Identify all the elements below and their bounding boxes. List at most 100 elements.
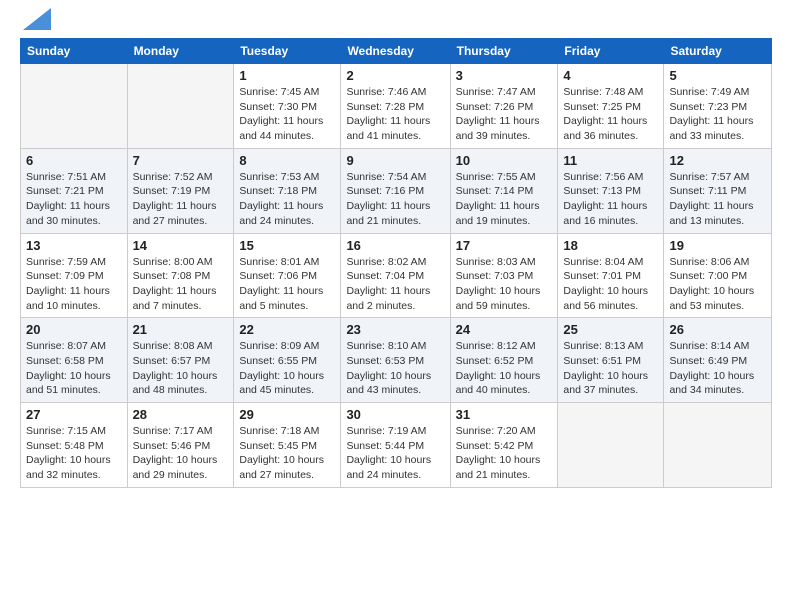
day-info: Sunrise: 7:55 AMSunset: 7:14 PMDaylight:… — [456, 170, 553, 229]
day-info: Sunrise: 7:17 AMSunset: 5:46 PMDaylight:… — [133, 424, 229, 483]
calendar-cell: 6 Sunrise: 7:51 AMSunset: 7:21 PMDaylight… — [21, 148, 128, 233]
day-of-week-header: Thursday — [450, 39, 558, 64]
day-info: Sunrise: 7:51 AMSunset: 7:21 PMDaylight:… — [26, 170, 122, 229]
calendar-cell: 4 Sunrise: 7:48 AMSunset: 7:25 PMDaylight… — [558, 64, 664, 149]
calendar-cell: 16 Sunrise: 8:02 AMSunset: 7:04 PMDayligh… — [341, 233, 450, 318]
calendar-cell: 13 Sunrise: 7:59 AMSunset: 7:09 PMDayligh… — [21, 233, 128, 318]
day-of-week-header: Monday — [127, 39, 234, 64]
day-info: Sunrise: 8:07 AMSunset: 6:58 PMDaylight:… — [26, 339, 122, 398]
day-of-week-header: Saturday — [664, 39, 772, 64]
day-info: Sunrise: 7:15 AMSunset: 5:48 PMDaylight:… — [26, 424, 122, 483]
day-number: 7 — [133, 153, 229, 168]
day-number: 1 — [239, 68, 335, 83]
day-number: 20 — [26, 322, 122, 337]
day-number: 8 — [239, 153, 335, 168]
calendar-cell: 20 Sunrise: 8:07 AMSunset: 6:58 PMDayligh… — [21, 318, 128, 403]
day-info: Sunrise: 7:56 AMSunset: 7:13 PMDaylight:… — [563, 170, 658, 229]
day-info: Sunrise: 8:09 AMSunset: 6:55 PMDaylight:… — [239, 339, 335, 398]
day-info: Sunrise: 7:59 AMSunset: 7:09 PMDaylight:… — [26, 255, 122, 314]
calendar-cell: 31Sunrise: 7:20 AMSunset: 5:42 PMDayligh… — [450, 403, 558, 488]
day-info: Sunrise: 7:45 AMSunset: 7:30 PMDaylight:… — [239, 85, 335, 144]
calendar-header-row: SundayMondayTuesdayWednesdayThursdayFrid… — [21, 39, 772, 64]
day-info: Sunrise: 8:04 AMSunset: 7:01 PMDaylight:… — [563, 255, 658, 314]
calendar-cell: 23Sunrise: 8:10 AMSunset: 6:53 PMDayligh… — [341, 318, 450, 403]
calendar-cell: 5 Sunrise: 7:49 AMSunset: 7:23 PMDaylight… — [664, 64, 772, 149]
day-number: 13 — [26, 238, 122, 253]
day-info: Sunrise: 8:08 AMSunset: 6:57 PMDaylight:… — [133, 339, 229, 398]
day-number: 9 — [346, 153, 444, 168]
day-number: 15 — [239, 238, 335, 253]
calendar-cell: 10 Sunrise: 7:55 AMSunset: 7:14 PMDayligh… — [450, 148, 558, 233]
calendar-cell: 14 Sunrise: 8:00 AMSunset: 7:08 PMDayligh… — [127, 233, 234, 318]
day-number: 3 — [456, 68, 553, 83]
day-number: 31 — [456, 407, 553, 422]
calendar-cell: 18 Sunrise: 8:04 AMSunset: 7:01 PMDayligh… — [558, 233, 664, 318]
day-info: Sunrise: 8:02 AMSunset: 7:04 PMDaylight:… — [346, 255, 444, 314]
calendar-cell: 1 Sunrise: 7:45 AMSunset: 7:30 PMDaylight… — [234, 64, 341, 149]
day-number: 2 — [346, 68, 444, 83]
calendar-cell: 3 Sunrise: 7:47 AMSunset: 7:26 PMDaylight… — [450, 64, 558, 149]
day-number: 23 — [346, 322, 444, 337]
day-info: Sunrise: 7:47 AMSunset: 7:26 PMDaylight:… — [456, 85, 553, 144]
calendar-cell: 2 Sunrise: 7:46 AMSunset: 7:28 PMDaylight… — [341, 64, 450, 149]
calendar-cell: 7 Sunrise: 7:52 AMSunset: 7:19 PMDaylight… — [127, 148, 234, 233]
day-info: Sunrise: 8:13 AMSunset: 6:51 PMDaylight:… — [563, 339, 658, 398]
day-number: 27 — [26, 407, 122, 422]
calendar-cell: 8 Sunrise: 7:53 AMSunset: 7:18 PMDaylight… — [234, 148, 341, 233]
day-of-week-header: Friday — [558, 39, 664, 64]
calendar-cell: 27 Sunrise: 7:15 AMSunset: 5:48 PMDayligh… — [21, 403, 128, 488]
calendar-week-row: 1 Sunrise: 7:45 AMSunset: 7:30 PMDaylight… — [21, 64, 772, 149]
day-info: Sunrise: 7:52 AMSunset: 7:19 PMDaylight:… — [133, 170, 229, 229]
logo-icon — [23, 8, 51, 30]
day-number: 25 — [563, 322, 658, 337]
calendar-cell: 11 Sunrise: 7:56 AMSunset: 7:13 PMDayligh… — [558, 148, 664, 233]
header — [20, 16, 772, 28]
day-number: 19 — [669, 238, 766, 253]
day-info: Sunrise: 8:00 AMSunset: 7:08 PMDaylight:… — [133, 255, 229, 314]
day-info: Sunrise: 7:53 AMSunset: 7:18 PMDaylight:… — [239, 170, 335, 229]
day-number: 4 — [563, 68, 658, 83]
day-number: 26 — [669, 322, 766, 337]
day-number: 17 — [456, 238, 553, 253]
calendar-cell — [664, 403, 772, 488]
day-number: 30 — [346, 407, 444, 422]
day-of-week-header: Tuesday — [234, 39, 341, 64]
day-number: 16 — [346, 238, 444, 253]
day-info: Sunrise: 7:57 AMSunset: 7:11 PMDaylight:… — [669, 170, 766, 229]
day-info: Sunrise: 7:49 AMSunset: 7:23 PMDaylight:… — [669, 85, 766, 144]
calendar-cell: 22 Sunrise: 8:09 AMSunset: 6:55 PMDayligh… — [234, 318, 341, 403]
day-number: 10 — [456, 153, 553, 168]
day-of-week-header: Wednesday — [341, 39, 450, 64]
day-number: 21 — [133, 322, 229, 337]
day-info: Sunrise: 7:18 AMSunset: 5:45 PMDaylight:… — [239, 424, 335, 483]
calendar-cell: 25 Sunrise: 8:13 AMSunset: 6:51 PMDayligh… — [558, 318, 664, 403]
day-number: 5 — [669, 68, 766, 83]
day-of-week-header: Sunday — [21, 39, 128, 64]
day-number: 28 — [133, 407, 229, 422]
day-number: 24 — [456, 322, 553, 337]
calendar-cell: 12 Sunrise: 7:57 AMSunset: 7:11 PMDayligh… — [664, 148, 772, 233]
calendar-cell: 24Sunrise: 8:12 AMSunset: 6:52 PMDayligh… — [450, 318, 558, 403]
calendar-week-row: 6 Sunrise: 7:51 AMSunset: 7:21 PMDaylight… — [21, 148, 772, 233]
calendar-week-row: 20 Sunrise: 8:07 AMSunset: 6:58 PMDayligh… — [21, 318, 772, 403]
day-info: Sunrise: 8:03 AMSunset: 7:03 PMDaylight:… — [456, 255, 553, 314]
day-info: Sunrise: 7:46 AMSunset: 7:28 PMDaylight:… — [346, 85, 444, 144]
calendar-cell: 26Sunrise: 8:14 AMSunset: 6:49 PMDayligh… — [664, 318, 772, 403]
calendar-cell: 15Sunrise: 8:01 AMSunset: 7:06 PMDayligh… — [234, 233, 341, 318]
day-info: Sunrise: 7:48 AMSunset: 7:25 PMDaylight:… — [563, 85, 658, 144]
day-number: 22 — [239, 322, 335, 337]
day-info: Sunrise: 7:19 AMSunset: 5:44 PMDaylight:… — [346, 424, 444, 483]
day-number: 11 — [563, 153, 658, 168]
day-number: 29 — [239, 407, 335, 422]
day-number: 14 — [133, 238, 229, 253]
calendar-cell — [558, 403, 664, 488]
day-number: 12 — [669, 153, 766, 168]
logo — [20, 16, 51, 28]
calendar-cell: 17 Sunrise: 8:03 AMSunset: 7:03 PMDayligh… — [450, 233, 558, 318]
day-number: 6 — [26, 153, 122, 168]
calendar-table: SundayMondayTuesdayWednesdayThursdayFrid… — [20, 38, 772, 488]
day-number: 18 — [563, 238, 658, 253]
calendar-cell — [21, 64, 128, 149]
calendar-cell — [127, 64, 234, 149]
calendar-cell: 19Sunrise: 8:06 AMSunset: 7:00 PMDayligh… — [664, 233, 772, 318]
